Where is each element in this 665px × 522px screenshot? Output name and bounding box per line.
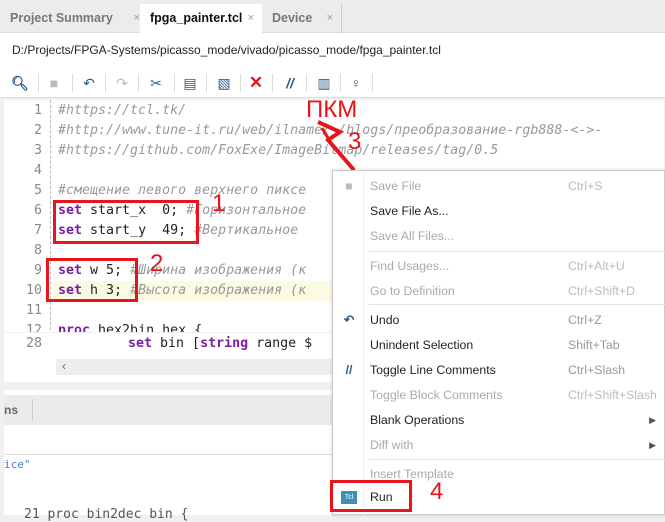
menu-item-label: Toggle Line Comments — [370, 363, 496, 377]
redo-icon[interactable]: ↷ — [112, 74, 132, 92]
annotation-box-1 — [53, 200, 199, 244]
tab-fpga-painter[interactable]: fpga_painter.tcl × — [140, 4, 262, 33]
close-icon[interactable]: × — [327, 4, 333, 33]
menu-item-toggle-line-comments[interactable]: // Toggle Line Comments Ctrl+Slash — [333, 358, 665, 383]
menu-item-label: Save File As... — [370, 204, 449, 218]
line-number: 9 — [33, 263, 42, 278]
tab-device[interactable]: Device × — [262, 4, 342, 33]
code-line: #https://tcl.tk/ — [58, 103, 186, 118]
menu-item-label: Save File — [370, 179, 422, 193]
menu-item-shortcut: Shift+Tab — [568, 338, 620, 352]
comment: #https://tcl.tk/ — [58, 103, 187, 118]
copy-icon[interactable]: ▤ — [180, 74, 200, 92]
line-number: 10 — [25, 283, 42, 298]
context-menu: ■ Save File Ctrl+S Save File As... Save All … — [332, 170, 665, 516]
lightbulb-icon[interactable]: ♀ — [346, 74, 366, 92]
tab-label: Device — [272, 11, 313, 25]
keyword: set — [128, 336, 153, 351]
line-number: 5 — [33, 183, 42, 198]
tab-label: Project Summary — [10, 11, 113, 25]
comment-icon[interactable]: // — [280, 74, 300, 92]
line-number: 11 — [25, 303, 42, 318]
code-line: #смещение левого верхнего пиксе — [58, 183, 306, 198]
menu-item-undo[interactable]: ↶ Undo Ctrl+Z — [333, 308, 665, 333]
paste-icon[interactable]: ▧ — [214, 74, 234, 92]
undo-icon: ↶ — [343, 313, 355, 327]
save-icon[interactable]: ■ — [44, 74, 64, 92]
bottom-panel: ns ice" 21 proc bin2dec bin { — [4, 390, 334, 522]
menu-item-label: Toggle Block Comments — [370, 388, 503, 402]
lightning-arrow-icon — [317, 120, 356, 172]
annotation-box-4 — [330, 480, 412, 512]
cut-icon[interactable]: ✂ — [146, 74, 166, 92]
undo-icon[interactable]: ↶ — [79, 74, 99, 92]
bottom-tabs: ns — [4, 395, 334, 425]
menu-item-diff-with: Diff with ▶ — [333, 433, 665, 458]
menu-item-label: Go to Definition — [370, 284, 455, 298]
code-text: range $ — [248, 336, 313, 351]
file-path: D:/Projects/FPGA-Systems/picasso_mode/vi… — [0, 33, 665, 68]
menu-item-blank-operations[interactable]: Blank Operations ▶ — [333, 408, 665, 433]
comment: #Высота изображения (к — [130, 283, 307, 298]
comment: #https://github.com/FoxExe/ImageBitmap/r… — [58, 143, 499, 158]
menu-item-save-all-files: Save All Files... — [333, 224, 665, 249]
editor-tabs: Project Summary × fpga_painter.tcl × Devic… — [0, 0, 665, 33]
comment: #смещение левого верхнего пиксе — [58, 183, 307, 198]
line-number: 7 — [33, 223, 42, 238]
line-number: 4 — [33, 163, 42, 178]
menu-item-save-file: ■ Save File Ctrl+S — [333, 174, 665, 199]
line-number: 8 — [33, 243, 42, 258]
menu-item-label: Save All Files... — [370, 229, 455, 243]
comment: #Вертикальное — [194, 223, 299, 238]
submenu-arrow-icon: ▶ — [649, 440, 656, 450]
tab-project-summary[interactable]: Project Summary × — [0, 4, 148, 33]
close-icon[interactable]: × — [248, 4, 254, 33]
menu-item-label: Undo — [370, 313, 400, 327]
menu-item-label: Find Usages... — [370, 259, 450, 273]
line-number: 3 — [33, 143, 42, 158]
menu-item-shortcut: Ctrl+Z — [568, 313, 602, 327]
code-text: bin [ — [152, 336, 201, 351]
menu-item-label: Unindent Selection — [370, 338, 474, 352]
annotation-2: 2 — [150, 250, 164, 277]
horizontal-scrollbar[interactable]: ‹ — [56, 359, 334, 375]
search-icon[interactable]: 🔍︎ — [10, 74, 30, 92]
menu-item-shortcut: Ctrl+Shift+Slash — [568, 388, 657, 402]
menu-item-go-to-definition: Go to Definition Ctrl+Shift+D — [333, 279, 665, 304]
menu-item-label: Diff with — [370, 438, 414, 452]
tab-label: fpga_painter.tcl — [150, 11, 243, 25]
line-number: 6 — [33, 203, 42, 218]
editor-toolbar: 🔍︎ ■ ↶ ↷ ✂ ▤ ▧ ✕ // ▥ ♀ — [0, 68, 665, 98]
menu-item-shortcut: Ctrl+Shift+D — [568, 284, 635, 298]
annotation-4: 4 — [430, 478, 444, 505]
keyword: string — [200, 336, 249, 351]
line-number: 28 — [25, 336, 42, 351]
save-icon: ■ — [345, 179, 353, 193]
line-number: 1 — [33, 103, 42, 118]
code-line: #https://github.com/FoxExe/ImageBitmap/r… — [58, 143, 498, 158]
menu-item-label: Blank Operations — [370, 413, 465, 427]
tab-partial[interactable]: ns — [4, 403, 18, 417]
menu-item-unindent-selection[interactable]: Unindent Selection Shift+Tab — [333, 333, 665, 358]
scroll-left-arrow[interactable]: ‹ — [62, 359, 66, 373]
menu-item-shortcut: Ctrl+S — [568, 179, 603, 193]
comment-icon: // — [345, 363, 353, 377]
submenu-arrow-icon: ▶ — [649, 415, 656, 425]
comment: #Горизонтальное — [186, 203, 307, 218]
menu-item-shortcut: Ctrl+Alt+U — [568, 259, 625, 273]
annotation-box-2 — [46, 258, 138, 302]
column-icon[interactable]: ▥ — [314, 74, 334, 92]
menu-item-find-usages: Find Usages... Ctrl+Alt+U — [333, 254, 665, 279]
annotation-1: 1 — [212, 190, 226, 217]
code-text: ice" — [4, 458, 31, 471]
delete-icon[interactable]: ✕ — [246, 74, 266, 92]
menu-item-save-file-as[interactable]: Save File As... — [333, 199, 665, 224]
menu-item-shortcut: Ctrl+Slash — [568, 363, 626, 377]
line-number: 2 — [33, 123, 42, 138]
menu-item-toggle-block-comments: Toggle Block Comments Ctrl+Shift+Slash — [333, 383, 665, 408]
